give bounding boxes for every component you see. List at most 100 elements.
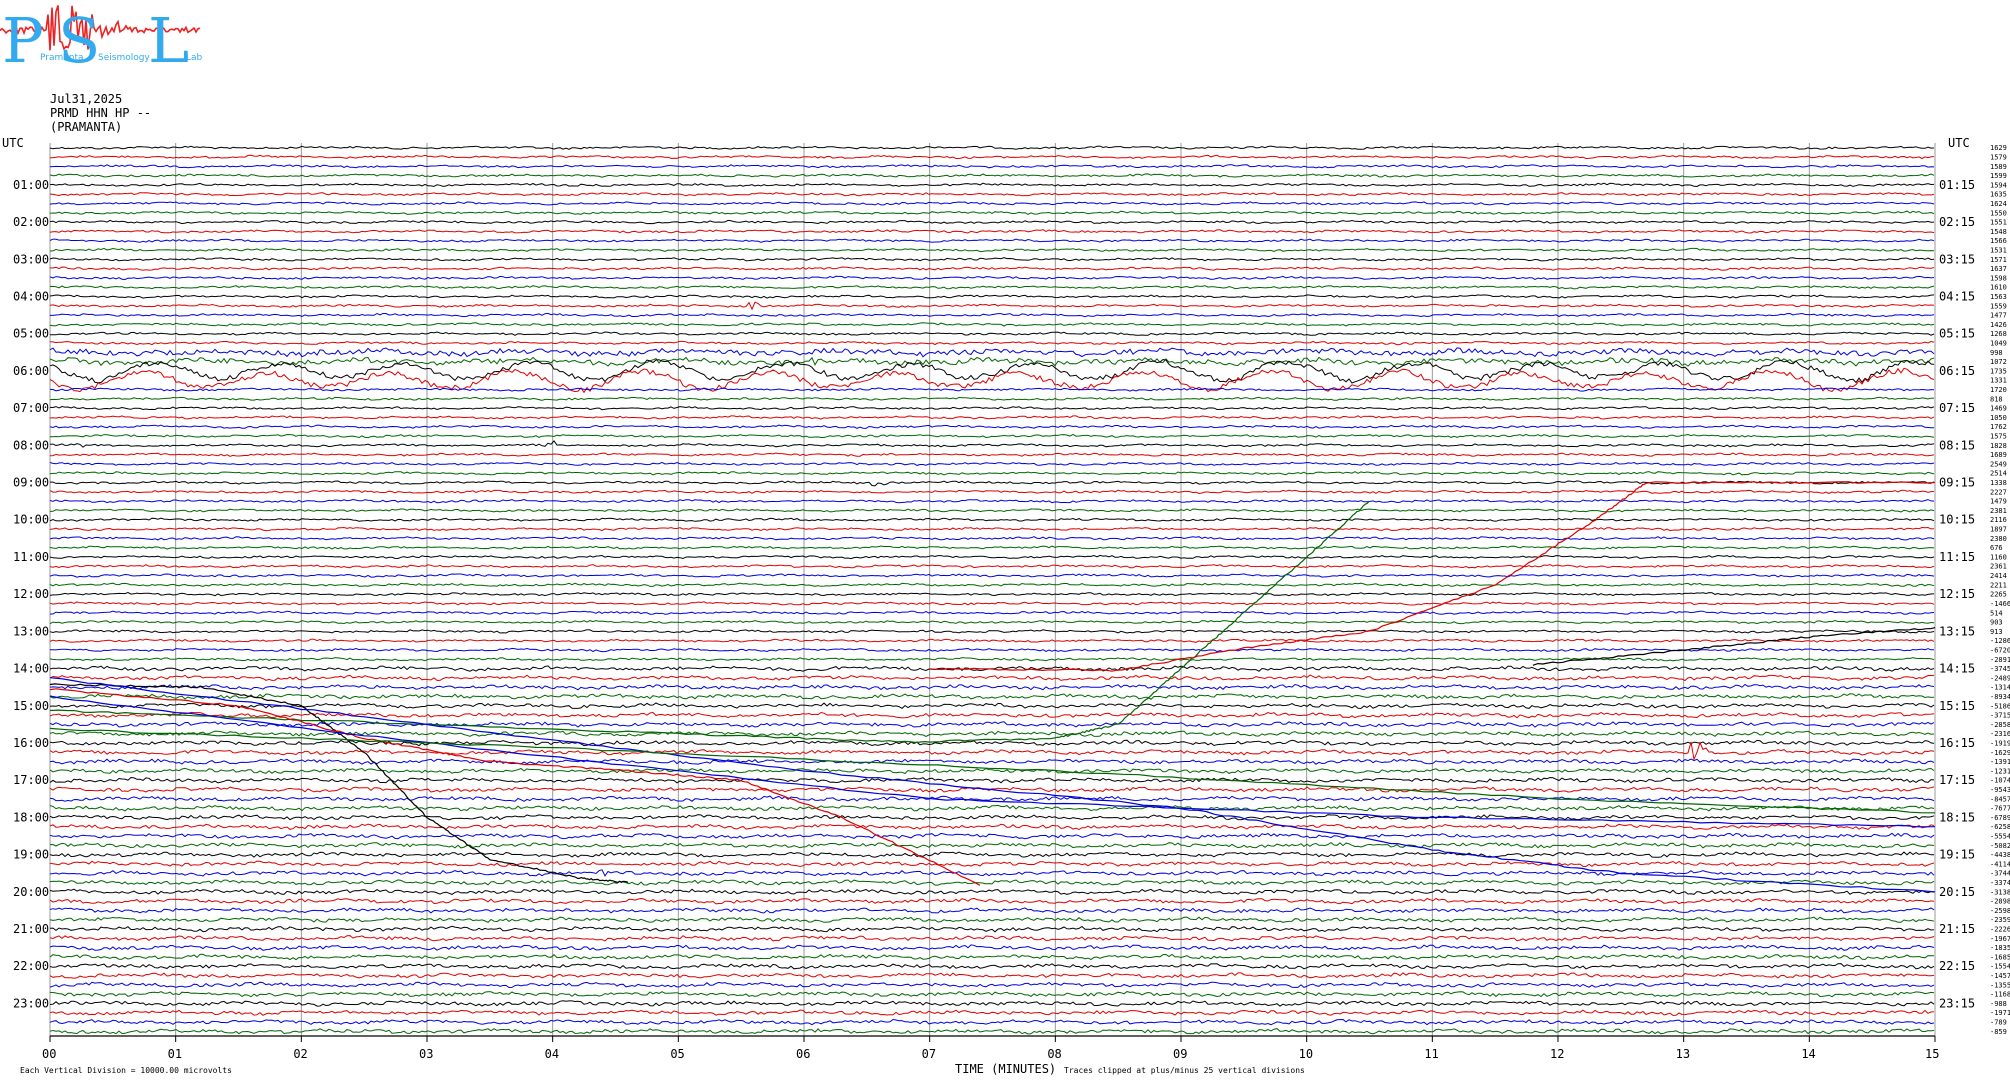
trace-offset-label: 1571 — [1990, 256, 2007, 264]
helicorder-plot: 00 01 02 03 04 05 06 07 08 09 10 11 12 13 14 15 01:00 02:… — [2, 136, 2010, 1076]
seismic-trace — [49, 573, 1935, 578]
seismic-trace — [49, 229, 1935, 234]
trace-offset-label: 1550 — [1990, 209, 2007, 217]
right-hour-label: 02:15 — [1939, 215, 1975, 229]
right-hour-label: 18:15 — [1939, 810, 1975, 824]
trace-offset-label: 1268 — [1990, 330, 2007, 338]
seismic-trace — [49, 508, 1935, 513]
seismic-trace — [49, 415, 1935, 420]
seismic-trace — [49, 405, 1935, 411]
x-tick-label: 01 — [168, 1047, 182, 1061]
right-hour-label: 22:15 — [1939, 959, 1975, 973]
trace-offset-label: -7677 — [1990, 805, 2010, 813]
trace-offset-label: 2380 — [1990, 535, 2007, 543]
right-hour-label: 16:15 — [1939, 736, 1975, 750]
seismic-trace — [49, 301, 1935, 311]
seismic-trace — [50, 610, 1935, 615]
seismic-trace — [49, 953, 1935, 961]
trace-offset-label: 1072 — [1990, 358, 2007, 366]
x-tick-label: 03 — [419, 1047, 433, 1061]
trace-offset-label: 2265 — [1990, 591, 2007, 599]
x-tick-label: 05 — [670, 1047, 684, 1061]
trace-offset-label: -248927 — [1990, 674, 2010, 682]
left-hour-label: 12:00 — [13, 587, 49, 601]
seismic-trace — [49, 823, 1935, 831]
right-hour-label: 19:15 — [1939, 848, 1975, 862]
seismic-trace — [49, 888, 1935, 895]
trace-offset-label: 514 — [1990, 609, 2003, 617]
trace-offset-label: 2549 — [1990, 460, 2007, 468]
seismic-trace — [49, 145, 1935, 150]
seismic-trace — [49, 657, 1935, 662]
x-tick-label: 04 — [545, 1047, 559, 1061]
seismic-trace — [49, 851, 1935, 858]
x-tick-label: 08 — [1047, 1047, 1061, 1061]
trace-offset-label: -4438 — [1990, 851, 2010, 859]
trace-offset-label: -2226 — [1990, 926, 2010, 934]
trace-offset-label: 1050 — [1990, 414, 2007, 422]
utc-right-title: UTC — [1948, 136, 1970, 150]
seismic-trace — [49, 1018, 1935, 1026]
seismic-trace — [49, 702, 1935, 710]
trace-offset-label: 2381 — [1990, 507, 2007, 515]
seismic-trace — [49, 526, 1935, 532]
seismic-trace — [49, 991, 1935, 998]
left-hour-label: 20:00 — [13, 885, 49, 899]
seismic-trace — [49, 814, 1935, 821]
trace-offset-label: 1563 — [1990, 293, 2007, 301]
seismic-trace — [49, 963, 1935, 970]
trace-offset-label: -28917 — [1990, 656, 2010, 664]
trace-offset-label: 1629 — [1990, 144, 2007, 152]
seismic-trace — [49, 916, 1935, 924]
x-tick-label: 12 — [1550, 1047, 1564, 1061]
seismic-trace — [49, 182, 1935, 188]
trace-offset-label: 1479 — [1990, 498, 2007, 506]
seismic-trace — [50, 312, 1935, 318]
trace-offset-label: 1610 — [1990, 284, 2007, 292]
left-hour-label: 05:00 — [13, 327, 49, 341]
seismic-trace — [49, 247, 1935, 253]
seismic-trace — [49, 424, 1935, 429]
trace-offset-label: 1689 — [1990, 451, 2007, 459]
seismic-trace — [50, 433, 1935, 439]
seismic-trace — [49, 841, 1935, 849]
left-hour-label: 16:00 — [13, 736, 49, 750]
seismic-trace — [50, 480, 1935, 487]
trace-offset-label: 1531 — [1990, 246, 2007, 254]
x-tick-label: 02 — [293, 1047, 307, 1061]
seismic-trace — [49, 721, 1935, 728]
trace-offset-label: 903 — [1990, 619, 2003, 627]
right-hour-label: 08:15 — [1939, 438, 1975, 452]
trace-offset-label: 1624 — [1990, 200, 2007, 208]
trace-offset-label: 676 — [1990, 544, 2003, 552]
trace-offset-label: -13918 — [1990, 758, 2010, 766]
right-hour-label: 17:15 — [1939, 773, 1975, 787]
trace-offset-label: -19196 — [1990, 739, 2010, 747]
seismic-trace — [49, 741, 1935, 762]
seismic-trace — [49, 238, 1935, 243]
right-hour-label: 10:15 — [1939, 513, 1975, 527]
x-axis-title: TIME (MINUTES) — [955, 1062, 1056, 1076]
trace-offset-label: -1355 — [1990, 981, 2010, 989]
trace-offset-label: -988 — [1990, 1000, 2007, 1008]
right-hour-label: 07:15 — [1939, 401, 1975, 415]
left-hour-label: 04:00 — [13, 289, 49, 303]
seismic-trace — [49, 804, 1935, 812]
seismic-trace — [49, 693, 1935, 700]
seismic-trace — [49, 683, 1935, 691]
seismic-trace — [49, 173, 1935, 178]
trace-offset-label: -1554 — [1990, 963, 2010, 971]
left-hour-label: 22:00 — [13, 959, 49, 973]
seismic-trace — [49, 629, 1935, 634]
trace-offset-label: -5554 — [1990, 833, 2010, 841]
seismic-trace — [49, 471, 1935, 476]
seismic-trace — [49, 582, 1935, 588]
trace-offset-label: -12869 — [1990, 637, 2010, 645]
trace-offset-label: 1589 — [1990, 163, 2007, 171]
right-hour-label: 12:15 — [1939, 587, 1975, 601]
seismic-trace — [49, 285, 1935, 290]
right-hour-label: 09:15 — [1939, 476, 1975, 490]
left-hour-label: 13:00 — [13, 624, 49, 638]
seismic-trace — [49, 935, 1935, 942]
right-hour-label: 01:15 — [1939, 178, 1975, 192]
